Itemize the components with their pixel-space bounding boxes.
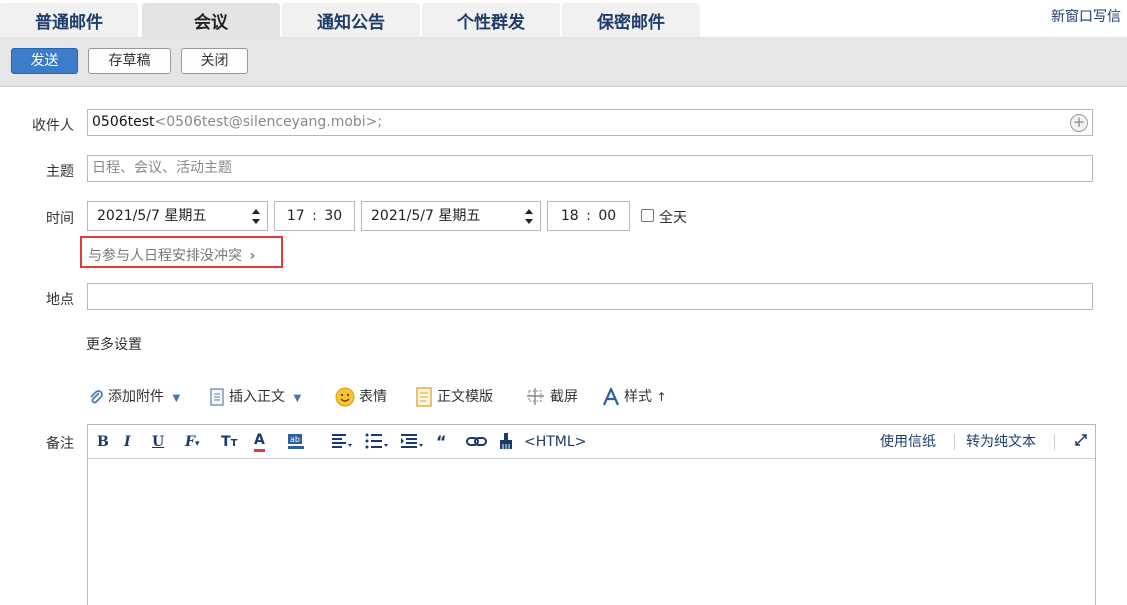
recipient-label: 收件人 [32, 118, 74, 134]
insert-body-button[interactable]: 插入正文 ▼ [209, 386, 301, 408]
emoji-label: 表情 [359, 389, 387, 405]
end-hour[interactable]: 18 [561, 208, 579, 224]
plain-text-link[interactable]: 转为纯文本 [966, 432, 1036, 452]
editor-body[interactable] [88, 460, 1095, 605]
end-date-select[interactable]: 2021/5/7 星期五 [361, 201, 541, 231]
tab-group-send[interactable]: 个性群发 [422, 3, 560, 37]
start-time-input[interactable]: 17 : 30 [274, 201, 355, 231]
all-day-checkbox[interactable] [641, 209, 654, 222]
tab-meeting[interactable]: 会议 [142, 3, 280, 37]
recipient-field[interactable]: 0506test<0506test@silenceyang.mobi>; + [87, 109, 1093, 136]
updown-arrows-icon [252, 209, 260, 224]
subject-placeholder: 日程、会议、活动主题 [92, 160, 232, 176]
font-size-icon[interactable]: TT [221, 432, 237, 452]
time-separator: : [312, 208, 317, 224]
italic-icon[interactable]: I [124, 432, 131, 452]
conflict-text: 与参与人日程安排没冲突 [88, 248, 242, 264]
tab-normal-mail[interactable]: 普通邮件 [0, 3, 138, 37]
clear-format-icon[interactable] [497, 432, 515, 452]
use-stationery-link[interactable]: 使用信纸 [880, 432, 936, 452]
underline-icon[interactable]: U [152, 432, 164, 452]
send-button[interactable]: 发送 [11, 48, 78, 74]
style-button[interactable]: 样式 ↑ [602, 386, 667, 408]
paperclip-icon [90, 390, 103, 404]
align-icon[interactable] [331, 432, 353, 452]
end-time-input[interactable]: 18 : 00 [547, 201, 630, 231]
list-icon[interactable] [365, 432, 389, 452]
bold-icon[interactable]: B [97, 432, 109, 452]
conflict-highlight: 与参与人日程安排没冲突 › [80, 236, 283, 268]
start-minute[interactable]: 30 [324, 208, 342, 224]
document-icon [210, 388, 224, 406]
caret-down-icon: ▼ [293, 393, 302, 404]
recipient-address: <0506test@silenceyang.mobi>; [154, 114, 383, 130]
conflict-notice[interactable]: 与参与人日程安排没冲突 › [88, 245, 255, 265]
insert-body-label: 插入正文 [229, 389, 285, 405]
time-separator: : [586, 208, 591, 224]
save-draft-button[interactable]: 存草稿 [88, 48, 171, 74]
arrow-up-icon: ↑ [656, 390, 667, 404]
screenshot-label: 截屏 [550, 389, 578, 405]
compose-page: 普通邮件 会议 通知公告 个性群发 保密邮件 新窗口写信 发送 存草稿 关闭 收… [0, 0, 1127, 605]
expand-icon[interactable] [1073, 432, 1089, 452]
time-label: 时间 [46, 211, 74, 227]
end-minute[interactable]: 00 [598, 208, 616, 224]
font-family-icon[interactable]: F▾ [185, 432, 199, 452]
emoji-button[interactable]: 表情 [335, 386, 387, 408]
all-day-label[interactable]: 全天 [659, 207, 687, 227]
smiley-icon [335, 387, 355, 407]
updown-arrows-icon [525, 209, 533, 224]
start-date-select[interactable]: 2021/5/7 星期五 [87, 201, 268, 231]
location-label: 地点 [46, 292, 74, 308]
end-date-value: 2021/5/7 星期五 [371, 208, 481, 224]
tab-notice[interactable]: 通知公告 [282, 3, 420, 37]
add-attachment-label: 添加附件 [108, 389, 164, 405]
link-icon[interactable] [466, 432, 488, 452]
chevron-right-icon: › [249, 248, 256, 264]
template-icon [416, 387, 432, 407]
new-window-link[interactable]: 新窗口写信 [1051, 6, 1121, 26]
tab-secure-mail[interactable]: 保密邮件 [562, 3, 700, 37]
font-color-icon[interactable]: A [254, 432, 265, 452]
compose-tabs: 普通邮件 会议 通知公告 个性群发 保密邮件 新窗口写信 [0, 0, 1127, 37]
svg-text:ab: ab [290, 435, 300, 444]
start-date-value: 2021/5/7 星期五 [97, 208, 207, 224]
template-button[interactable]: 正文模版 [415, 386, 493, 408]
start-hour[interactable]: 17 [287, 208, 305, 224]
quote-icon[interactable]: “ [436, 432, 447, 452]
toolbar-divider [1054, 434, 1055, 450]
style-label: 样式 [624, 389, 652, 405]
add-recipient-icon[interactable]: + [1070, 114, 1088, 132]
font-a-icon [602, 388, 620, 406]
caret-down-icon: ▼ [172, 393, 181, 404]
subject-input[interactable]: 日程、会议、活动主题 [87, 155, 1093, 182]
subject-label: 主题 [46, 164, 74, 180]
add-attachment-button[interactable]: 添加附件 ▼ [88, 386, 180, 408]
toolbar-divider [954, 434, 955, 450]
more-settings-link[interactable]: 更多设置 [86, 334, 142, 354]
recipient-name[interactable]: 0506test [92, 114, 155, 130]
rich-text-editor: B I U F▾ TT A ab “ <HTML> 使用信纸 转为纯文本 [87, 424, 1096, 605]
indent-icon[interactable] [400, 432, 424, 452]
highlight-icon[interactable]: ab [287, 432, 307, 452]
editor-toolbar: B I U F▾ TT A ab “ <HTML> 使用信纸 转为纯文本 [88, 425, 1095, 459]
compose-toolbar: 发送 存草稿 关闭 [0, 37, 1127, 87]
location-input[interactable] [87, 283, 1093, 310]
screenshot-button[interactable]: 截屏 [526, 386, 578, 408]
scissors-icon [527, 388, 544, 405]
notes-label: 备注 [46, 436, 74, 452]
template-label: 正文模版 [437, 389, 493, 405]
html-mode-button[interactable]: <HTML> [524, 432, 586, 452]
close-button[interactable]: 关闭 [181, 48, 248, 74]
